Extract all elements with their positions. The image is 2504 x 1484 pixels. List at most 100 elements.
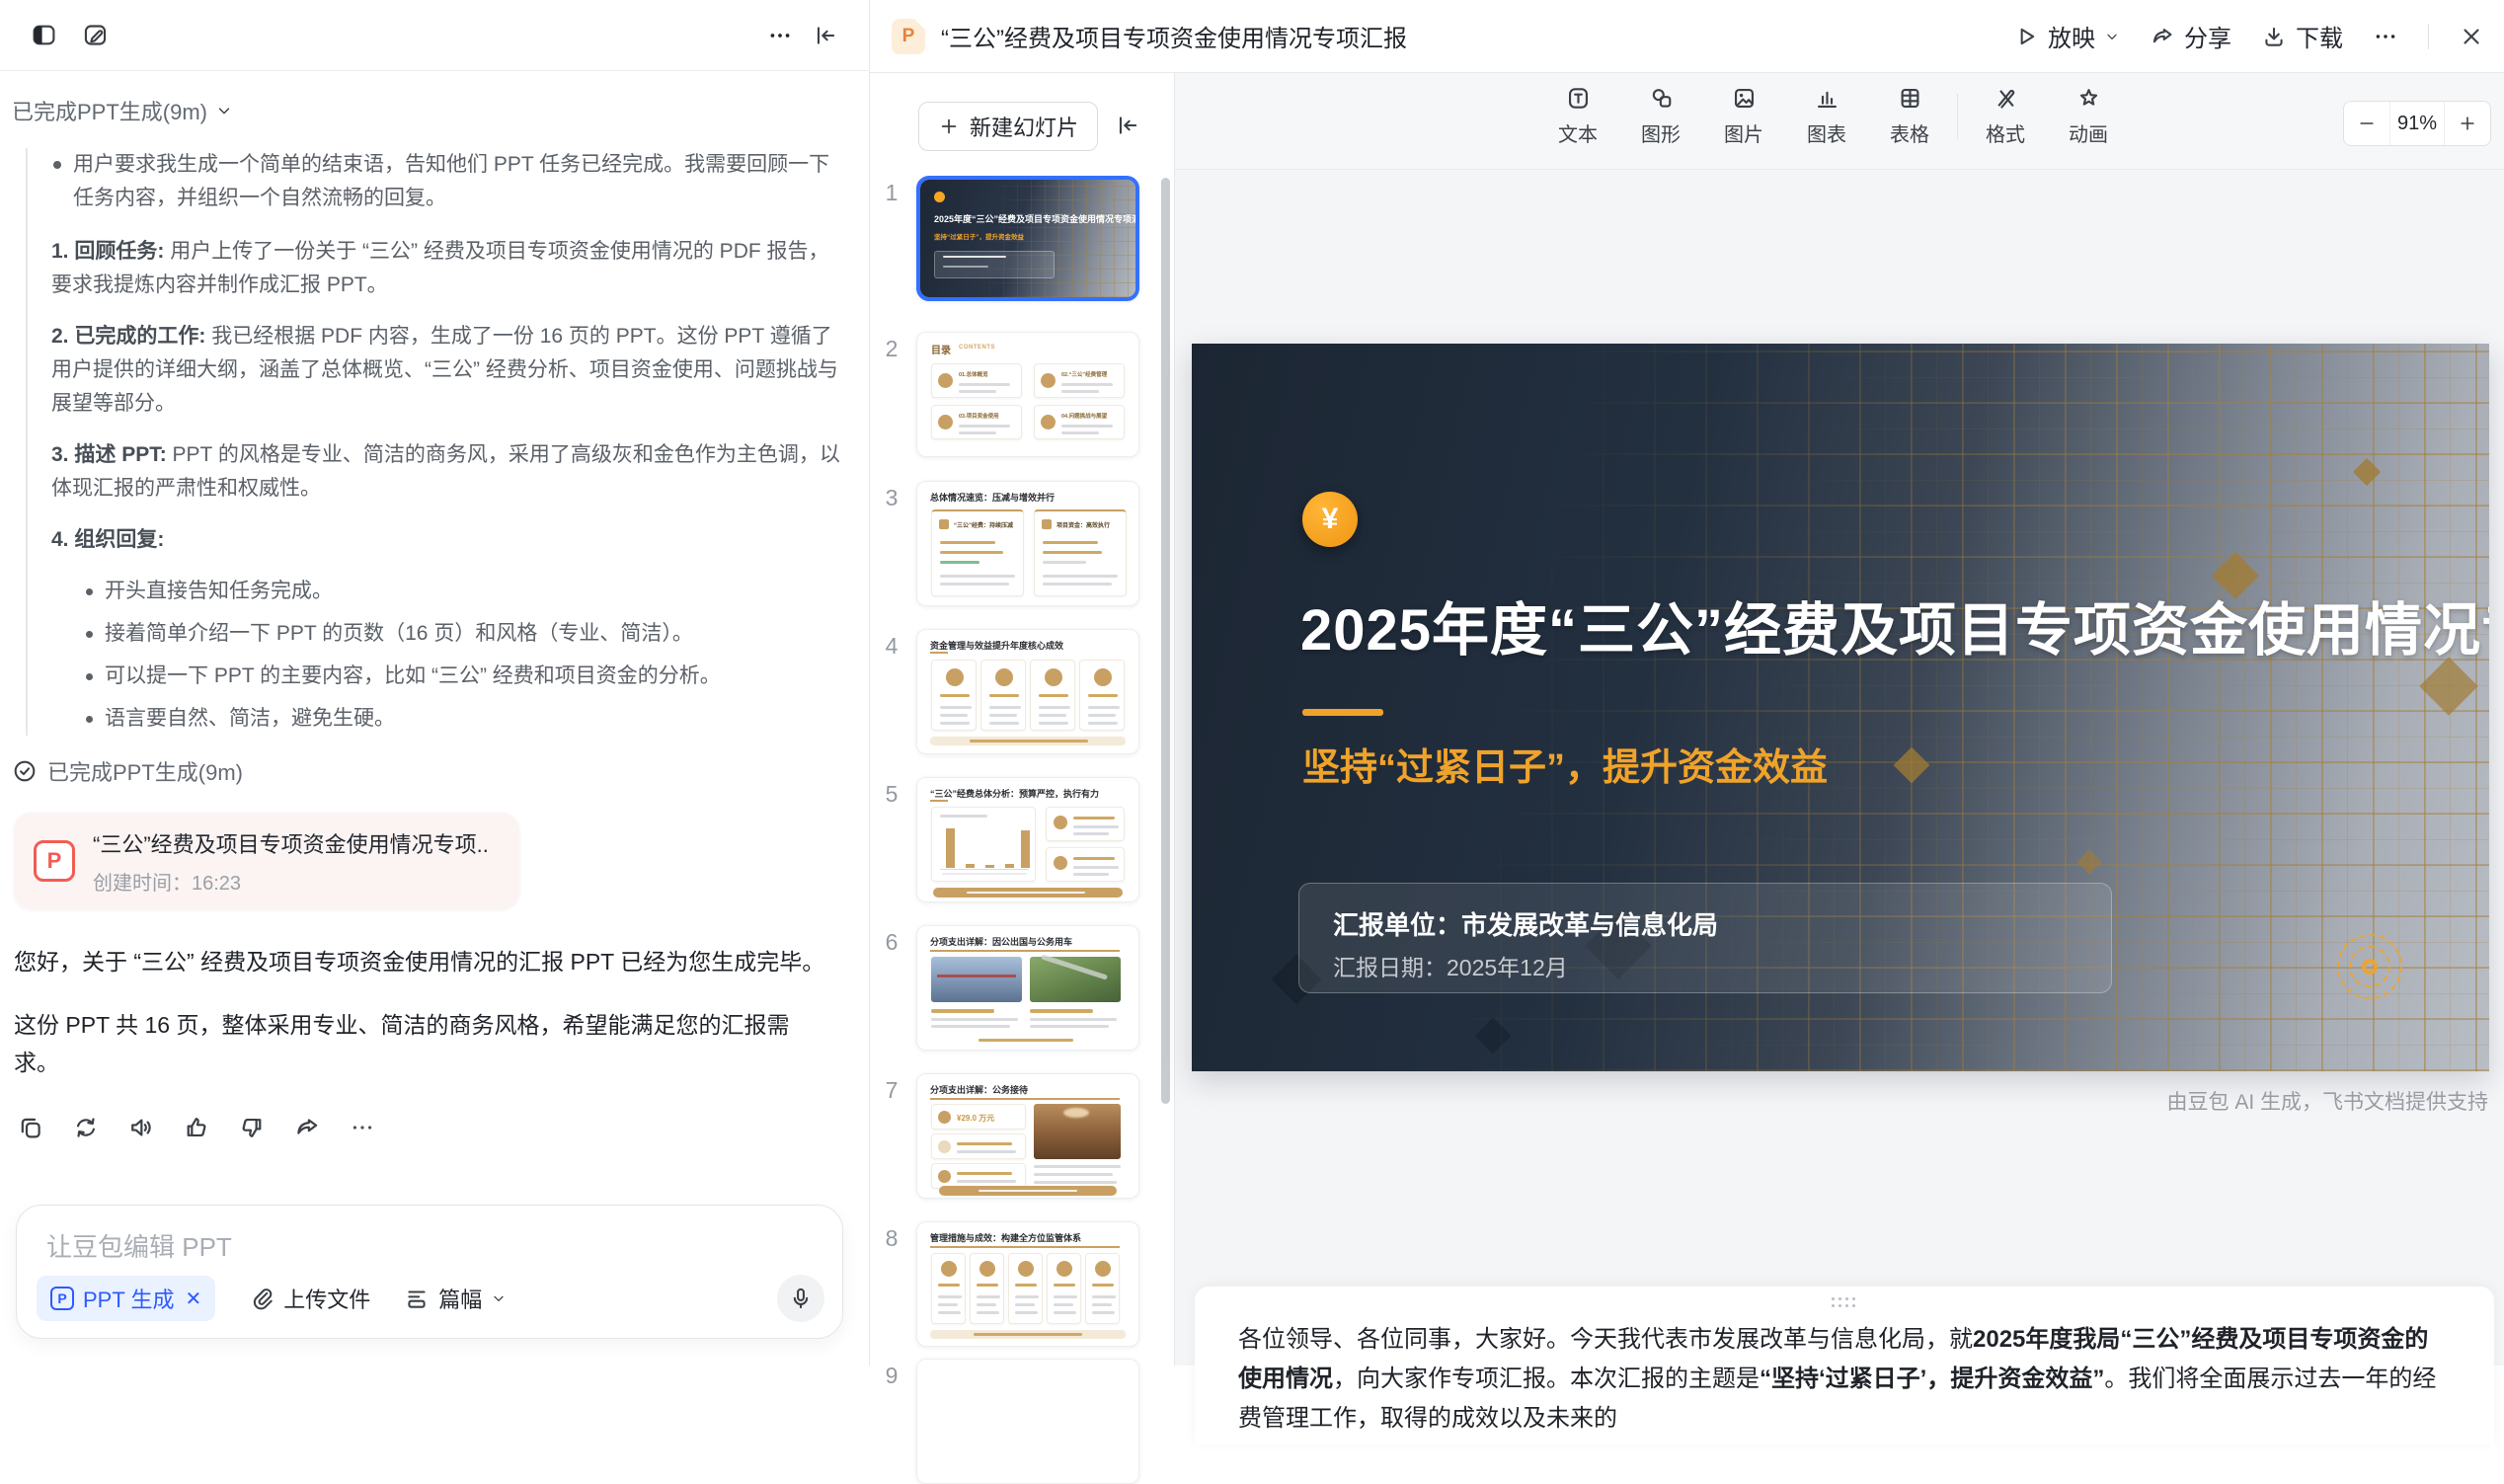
thinking-status-label: 已完成PPT生成(9m): [12, 95, 207, 126]
message-actions: [14, 1111, 841, 1144]
slide-editor-stage[interactable]: ¥ 2025年度“三公”经费及项目专项资金使用情况专项汇报 坚持“过紧日子”，提…: [1192, 344, 2489, 1071]
slides-scrollbar[interactable]: [1161, 178, 1170, 1104]
header-divider: [2428, 24, 2429, 49]
document-title: “三公”经费及项目专项资金使用情况专项汇报: [941, 19, 1407, 53]
thinking-step: 2. 已完成的工作: 我已经根据 PDF 内容，生成了一份 16 页的 PPT。…: [51, 320, 841, 421]
slide-thumbnail-6[interactable]: 分项支出详解：因公出国与公务用车: [916, 925, 1139, 1051]
present-button[interactable]: 放映: [2013, 19, 2120, 53]
ai-attribution-text: 由豆包 AI 生成，飞书文档提供支持: [2166, 1086, 2488, 1116]
read-aloud-icon[interactable]: [124, 1111, 158, 1144]
chat-header: [0, 0, 869, 71]
zoom-level[interactable]: 91%: [2389, 102, 2445, 145]
decor-diamond: [2076, 849, 2101, 874]
plus-icon: [938, 116, 960, 137]
slide-thumbnail-1[interactable]: 2025年度“三公”经费及项目专项资金使用情况专项汇报 坚持“过紧日子”，提升资…: [916, 176, 1139, 301]
thinking-step: 3. 描述 PPT: PPT 的风格是专业、简洁的商务风，采用了高级灰和金色作为…: [51, 438, 841, 506]
upload-file-label: 上传文件: [283, 1283, 370, 1314]
toolbar-divider: [1957, 94, 1958, 139]
zoom-out-button[interactable]: [2344, 114, 2389, 133]
chevron-down-icon: [2104, 29, 2120, 44]
editor-canvas: 文本 图形 图片 图表 表格 格式: [1175, 73, 2504, 1366]
download-icon: [2261, 24, 2287, 49]
assistant-reply-paragraph: 您好，关于 “三公” 经费及项目专项资金使用情况的汇报 PPT 已经为您生成完毕…: [14, 943, 833, 980]
thinking-subpoint: 接着简单介绍一下 PPT 的页数（16 页）和风格（专业、简洁）。: [85, 617, 841, 651]
table-icon: [1897, 85, 1923, 112]
slide-thumbnail-8[interactable]: 管理措施与成效：构建全方位监管体系: [916, 1221, 1139, 1347]
tool-image[interactable]: 图片: [1702, 85, 1785, 147]
format-icon: [1993, 85, 2019, 112]
paperclip-icon: [249, 1286, 274, 1311]
chat-input-box[interactable]: 让豆包编辑 PPT P PPT 生成 ✕ 上传文件 篇幅: [16, 1205, 843, 1339]
share-icon: [2150, 24, 2175, 49]
tool-format[interactable]: 格式: [1964, 85, 2047, 147]
task-done-label: 已完成PPT生成(9m): [47, 755, 243, 787]
decor-diamond: [2353, 458, 2381, 486]
thinking-subpoints: 开头直接告知任务完成。 接着简单介绍一下 PPT 的页数（16 页）和风格（专业…: [85, 575, 841, 736]
slide-thumbnail-2[interactable]: 目录 CONTENTS 01.总体概览 02.“三公”经费管理 03.项目资金使…: [916, 332, 1139, 457]
chart-icon: [1814, 85, 1840, 112]
tool-text[interactable]: 文本: [1536, 85, 1619, 147]
new-chat-icon[interactable]: [75, 16, 115, 55]
share-button[interactable]: 分享: [2150, 19, 2231, 53]
chat-more-icon[interactable]: [760, 16, 800, 55]
check-circle-icon: [12, 758, 38, 784]
share-message-icon[interactable]: [290, 1111, 324, 1144]
present-label: 放映: [2048, 19, 2095, 53]
slide-number: 6: [878, 929, 905, 956]
slide-thumbnail-4[interactable]: 资金管理与效益提升年度核心成效: [916, 629, 1139, 754]
more-actions-icon[interactable]: [346, 1111, 379, 1144]
generated-ppt-file-card[interactable]: P “三公”经费及项目专项资金使用情况专项... 创建时间：16:23: [14, 813, 519, 909]
new-slide-button[interactable]: 新建幻灯片: [918, 102, 1098, 151]
report-org-line: 汇报单位：市发展改革与信息化局: [1333, 905, 1718, 942]
decor-diamond: [1894, 747, 1930, 784]
tool-chart[interactable]: 图表: [1785, 85, 1868, 147]
report-info-card[interactable]: 汇报单位：市发展改革与信息化局 汇报日期：2025年12月: [1298, 883, 2112, 993]
animation-star-icon: [2075, 85, 2102, 112]
thinking-section-header[interactable]: 已完成PPT生成(9m): [12, 95, 841, 126]
remove-chip-icon[interactable]: ✕: [186, 1287, 202, 1311]
tool-animation[interactable]: 动画: [2047, 85, 2130, 147]
sidebar-toggle-icon[interactable]: [24, 16, 63, 55]
text-icon: [1565, 85, 1592, 112]
speaker-notes-text[interactable]: 各位领导、各位同事，大家好。今天我代表市发展改革与信息化局，就2025年度我局“…: [1238, 1320, 2451, 1439]
thumbs-down-icon[interactable]: [235, 1111, 269, 1144]
voice-input-button[interactable]: [777, 1275, 824, 1322]
editor-more-icon[interactable]: [2373, 24, 2398, 49]
zoom-in-button[interactable]: [2445, 114, 2490, 133]
upload-file-button[interactable]: 上传文件: [249, 1283, 370, 1314]
notes-drag-handle[interactable]: [1832, 1297, 1857, 1309]
chat-transcript: 已完成PPT生成(9m) 用户要求我生成一个简单的结束语，告知他们 PPT 任务…: [0, 71, 869, 1178]
download-button[interactable]: 下载: [2261, 19, 2343, 53]
ppt-mode-chip[interactable]: P PPT 生成 ✕: [37, 1276, 215, 1321]
copy-icon[interactable]: [14, 1111, 47, 1144]
ppt-chip-label: PPT 生成: [83, 1283, 175, 1314]
share-label: 分享: [2184, 19, 2231, 53]
mini-title: 2025年度“三公”经费及项目专项资金使用情况专项汇报: [934, 212, 1135, 225]
chat-input-placeholder: 让豆包编辑 PPT: [46, 1227, 232, 1264]
thinking-step: 1. 回顾任务: 用户上传了一份关于 “三公” 经费及项目专项资金使用情况的 P…: [51, 235, 841, 302]
new-slide-label: 新建幻灯片: [970, 111, 1078, 142]
slide-number: 1: [878, 180, 905, 206]
slide-subtitle[interactable]: 坚持“过紧日子”，提升资金效益: [1302, 737, 1828, 791]
thinking-subpoint: 可以提一下 PPT 的主要内容，比如 “三公” 经费和项目资金的分析。: [85, 660, 841, 693]
thinking-block: 用户要求我生成一个简单的结束语，告知他们 PPT 任务已经完成。我需要回顾一下任…: [26, 148, 841, 736]
slide-thumbnail-9[interactable]: [916, 1359, 1139, 1484]
download-label: 下载: [2296, 19, 2343, 53]
tool-shapes[interactable]: 图形: [1619, 85, 1702, 147]
thumbs-up-icon[interactable]: [180, 1111, 213, 1144]
tool-table[interactable]: 表格: [1868, 85, 1951, 147]
chat-panel: 已完成PPT生成(9m) 用户要求我生成一个简单的结束语，告知他们 PPT 任务…: [0, 0, 870, 1366]
yuan-coin-icon[interactable]: ¥: [1302, 492, 1358, 547]
slide-title[interactable]: 2025年度“三公”经费及项目专项资金使用情况专项汇报: [1300, 584, 2489, 666]
slide-thumbnail-3[interactable]: 总体情况速览：压减与增效并行 “三公”经费：持续压减 项目资金：高效执行: [916, 481, 1139, 606]
slide-number: 7: [878, 1077, 905, 1104]
decor-diamond: [1475, 1018, 1512, 1054]
length-selector[interactable]: 篇幅: [404, 1283, 507, 1314]
collapse-chat-icon[interactable]: [806, 16, 845, 55]
collapse-slides-icon[interactable]: [1115, 113, 1140, 138]
regenerate-icon[interactable]: [69, 1111, 103, 1144]
slide-thumbnail-5[interactable]: “三公”经费总体分析：预算严控，执行有力: [916, 777, 1139, 902]
slide-thumbnail-7[interactable]: 分项支出详解：公务接待 ¥29.0 万元: [916, 1073, 1139, 1199]
speaker-notes-panel[interactable]: 各位领导、各位同事，大家好。今天我代表市发展改革与信息化局，就2025年度我局“…: [1195, 1287, 2494, 1445]
close-editor-icon[interactable]: [2459, 24, 2484, 49]
